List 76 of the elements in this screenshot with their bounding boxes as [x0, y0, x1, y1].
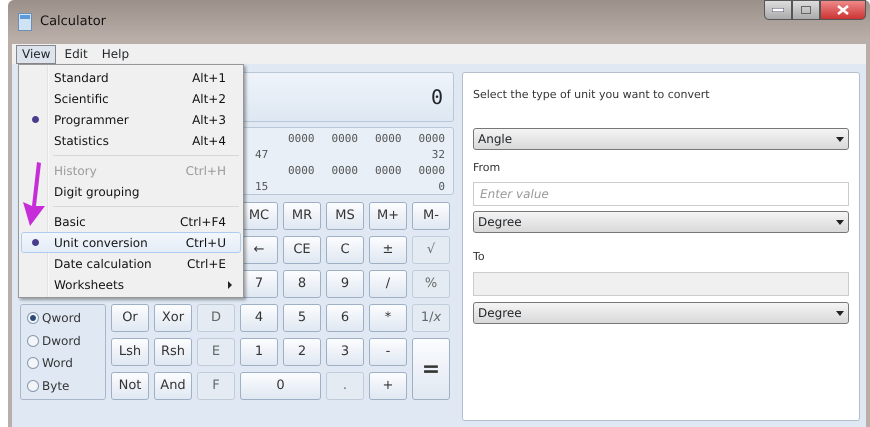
- calculator-key[interactable]: M-: [412, 202, 450, 230]
- calculator-key[interactable]: 5: [283, 304, 321, 332]
- radio-option[interactable]: Byte: [27, 376, 99, 395]
- bit-index: 15: [255, 179, 268, 195]
- maximize-icon: [801, 6, 811, 14]
- bit-group: 0000: [418, 163, 445, 179]
- calculator-key[interactable]: C: [326, 236, 364, 264]
- menu-item[interactable]: Unit conversion Ctrl+U: [21, 232, 241, 253]
- menu-item[interactable]: Standard Alt+1: [21, 67, 241, 88]
- calculator-key[interactable]: 9: [326, 270, 364, 298]
- menu-item[interactable]: Scientific Alt+2: [21, 88, 241, 109]
- calculator-key[interactable]: M+: [369, 202, 407, 230]
- submenu-arrow-icon: [228, 280, 232, 288]
- calculator-key[interactable]: MR: [283, 202, 321, 230]
- calculator-key[interactable]: MS: [326, 202, 364, 230]
- calculator-key[interactable]: 0: [240, 372, 321, 400]
- radio-option[interactable]: Dword: [27, 332, 99, 350]
- bit-group: 0000: [375, 131, 402, 147]
- bit-group: 0000: [332, 131, 358, 147]
- calculator-key[interactable]: +: [369, 372, 407, 400]
- bit-group: 0000: [375, 163, 402, 179]
- bit-index: 47: [255, 147, 268, 163]
- calculator-key[interactable]: 6: [326, 304, 364, 332]
- calculator-key[interactable]: 3: [326, 338, 364, 366]
- prompt-label: Select the type of unit you want to convert: [473, 87, 711, 103]
- calculator-key[interactable]: CE: [283, 236, 321, 264]
- minimize-button[interactable]: [764, 0, 792, 20]
- menu-item[interactable]: Date calculation Ctrl+E: [21, 253, 241, 274]
- calculator-key[interactable]: Lsh: [111, 338, 149, 366]
- menu-item[interactable]: View: [16, 44, 56, 64]
- bit-index: 32: [432, 147, 445, 163]
- menu-item[interactable]: Digit grouping: [21, 181, 241, 202]
- menu-item[interactable]: Statistics Alt+4: [21, 130, 241, 151]
- calculator-key[interactable]: And: [154, 372, 192, 400]
- radio-option[interactable]: Qword: [27, 309, 99, 328]
- bit-group: 0000: [288, 131, 314, 147]
- bit-group: 0000: [288, 163, 314, 179]
- maximize-button[interactable]: [792, 0, 820, 20]
- minimize-icon: [772, 8, 784, 12]
- annotation-arrow: [23, 162, 45, 226]
- calculator-key[interactable]: Rsh: [154, 338, 192, 366]
- calculator-key[interactable]: ±: [369, 236, 407, 264]
- calculator-key[interactable]: 8: [283, 270, 321, 298]
- calculator-key[interactable]: *: [369, 304, 407, 332]
- close-button[interactable]: [820, 0, 866, 20]
- menu-item[interactable]: Edit: [58, 44, 94, 64]
- calculator-key[interactable]: Not: [111, 372, 149, 400]
- dropdown-caret-icon: [836, 310, 844, 316]
- dropdown[interactable]: Degree: [473, 211, 849, 233]
- calculator-key[interactable]: /: [369, 270, 407, 298]
- dropdown-caret-icon: [836, 136, 844, 142]
- dropdown[interactable]: Angle: [473, 128, 849, 150]
- menu-item[interactable]: Programmer Alt+3: [21, 109, 241, 130]
- window-title: Calculator: [40, 13, 106, 32]
- dropdown[interactable]: Degree: [473, 302, 849, 324]
- field-label: From: [473, 160, 502, 176]
- menu-item[interactable]: Basic Ctrl+F4: [21, 211, 241, 232]
- close-icon: [837, 5, 849, 15]
- calculator-key[interactable]: =: [412, 338, 450, 400]
- field-label: To: [473, 249, 486, 265]
- calculator-key[interactable]: 4: [240, 304, 278, 332]
- calculator-key[interactable]: 1: [240, 338, 278, 366]
- calculator-key[interactable]: Or: [111, 304, 149, 332]
- bit-index: 0: [438, 179, 445, 195]
- display-value: 0: [430, 84, 443, 111]
- calculator-icon: [18, 13, 32, 31]
- bit-group: 0000: [332, 163, 358, 179]
- calculator-key[interactable]: Xor: [154, 304, 192, 332]
- input-field[interactable]: Enter value: [473, 182, 849, 206]
- calculator-key[interactable]: -: [369, 338, 407, 366]
- bit-group: 0000: [418, 131, 445, 147]
- radio-option[interactable]: Word: [27, 354, 99, 372]
- menu-item[interactable]: Worksheets: [21, 274, 241, 295]
- menu-item[interactable]: Help: [96, 44, 136, 64]
- calculator-key[interactable]: 2: [283, 338, 321, 366]
- dropdown-caret-icon: [836, 220, 844, 226]
